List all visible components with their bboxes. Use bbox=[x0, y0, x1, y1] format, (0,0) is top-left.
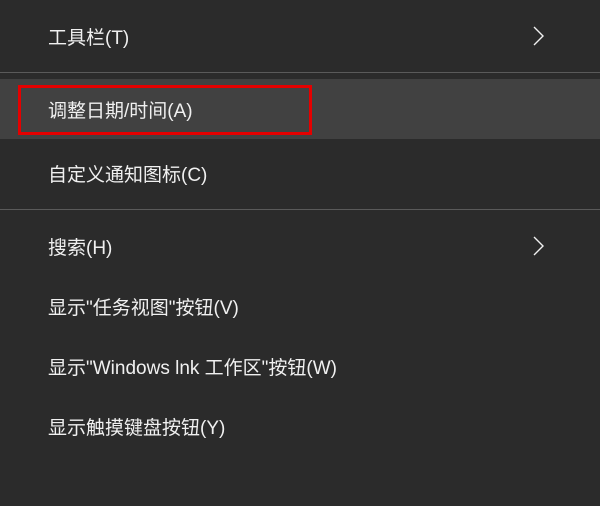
menu-item-label: 搜索(H) bbox=[48, 233, 532, 260]
menu-item-label: 显示触摸键盘按钮(Y) bbox=[48, 413, 552, 440]
menu-separator bbox=[0, 72, 600, 73]
menu-item-custom-notify-icons[interactable]: 自定义通知图标(C) bbox=[0, 143, 600, 203]
menu-item-label: 显示"Windows lnk 工作区"按钮(W) bbox=[48, 353, 552, 380]
chevron-right-icon bbox=[532, 235, 546, 257]
menu-item-show-touch-keyboard[interactable]: 显示触摸键盘按钮(Y) bbox=[0, 396, 600, 456]
menu-item-show-task-view[interactable]: 显示"任务视图"按钮(V) bbox=[0, 276, 600, 336]
menu-item-search[interactable]: 搜索(H) bbox=[0, 216, 600, 276]
menu-item-label: 工具栏(T) bbox=[48, 23, 532, 50]
menu-item-toolbars[interactable]: 工具栏(T) bbox=[0, 6, 600, 66]
menu-item-label: 调整日期/时间(A) bbox=[48, 96, 552, 123]
menu-item-show-windows-ink[interactable]: 显示"Windows lnk 工作区"按钮(W) bbox=[0, 336, 600, 396]
menu-separator bbox=[0, 209, 600, 210]
menu-item-label: 自定义通知图标(C) bbox=[48, 160, 552, 187]
taskbar-context-menu: 工具栏(T) 调整日期/时间(A) 自定义通知图标(C) 搜索(H) 显示"任务… bbox=[0, 0, 600, 456]
chevron-right-icon bbox=[532, 25, 546, 47]
menu-item-adjust-datetime[interactable]: 调整日期/时间(A) bbox=[0, 79, 600, 139]
menu-item-label: 显示"任务视图"按钮(V) bbox=[48, 293, 552, 320]
